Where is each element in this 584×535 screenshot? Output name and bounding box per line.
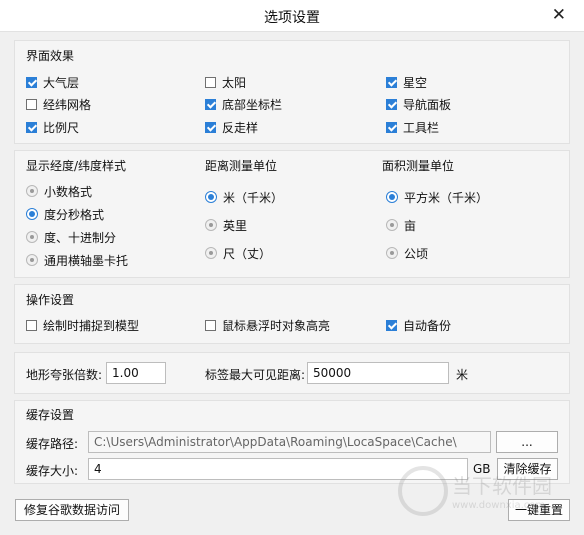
cache-path-input[interactable]: C:\Users\Administrator\AppData\Roaming\L… [88,431,491,453]
lonlat-format-title: 显示经度/纬度样式 [26,159,127,173]
checkbox-graticule[interactable]: 经纬网格 [26,96,91,112]
reset-all-button[interactable]: 一键重置 [508,499,570,521]
cache-path-label: 缓存路径: [26,437,79,451]
checkbox-scale-bar[interactable]: 比例尺 [26,119,79,135]
checkbox-label: 太阳 [222,75,247,90]
display-effects-group [14,40,570,144]
operation-title: 操作设置 [26,293,75,307]
radio-chi[interactable]: 尺（丈） [205,245,271,261]
checkbox-icon [386,319,397,331]
checkbox-label: 导航面板 [403,97,452,112]
radio-icon [26,185,38,197]
display-effects-title: 界面效果 [26,49,75,63]
radio-label: 公顷 [404,246,429,261]
checkbox-icon [26,319,37,331]
checkbox-label: 比例尺 [43,120,80,135]
cache-title: 缓存设置 [26,408,75,422]
checkbox-toolbar[interactable]: 工具栏 [386,119,439,135]
radio-utm[interactable]: 通用横轴墨卡托 [26,252,128,268]
checkbox-icon [26,76,37,88]
checkbox-icon [386,121,397,133]
checkbox-icon [386,98,397,110]
clear-cache-button[interactable]: 清除缓存 [497,458,558,480]
radio-icon [26,208,38,220]
checkbox-label: 绘制时捕捉到模型 [43,318,140,333]
radio-label: 小数格式 [44,184,93,199]
radio-miles[interactable]: 英里 [205,217,247,233]
radio-icon [205,219,217,231]
radio-icon [386,191,398,203]
checkbox-sun[interactable]: 太阳 [205,74,246,90]
checkbox-label: 底部坐标栏 [222,97,283,112]
checkbox-icon [386,76,397,88]
checkbox-stars[interactable]: 星空 [386,74,427,90]
radio-decimal[interactable]: 小数格式 [26,183,92,199]
label-distance-input[interactable]: 50000 [307,362,449,384]
radio-label: 亩 [404,218,417,233]
radio-label: 尺（丈） [223,246,272,261]
radio-hectare[interactable]: 公顷 [386,245,428,261]
radio-mu[interactable]: 亩 [386,217,416,233]
radio-label: 通用横轴墨卡托 [44,253,129,268]
radio-label: 米（千米） [223,190,284,205]
checkbox-label: 鼠标悬浮时对象高亮 [222,318,331,333]
cache-size-label: 缓存大小: [26,464,79,478]
radio-icon [205,191,217,203]
checkbox-antialias[interactable]: 反走样 [205,119,258,135]
checkbox-label: 工具栏 [403,120,440,135]
radio-meters[interactable]: 米（千米） [205,189,283,205]
exaggeration-input[interactable]: 1.00 [106,362,166,384]
checkbox-auto-backup[interactable]: 自动备份 [386,317,451,333]
radio-dms[interactable]: 度分秒格式 [26,206,104,222]
radio-square-meters[interactable]: 平方米（千米） [386,189,488,205]
radio-label: 英里 [223,218,248,233]
radio-label: 度分秒格式 [44,207,105,222]
checkbox-icon [205,121,216,133]
radio-icon [26,231,38,243]
checkbox-label: 反走样 [222,120,259,135]
checkbox-icon [26,121,37,133]
radio-icon [26,254,38,266]
checkbox-status-bar[interactable]: 底部坐标栏 [205,96,282,112]
label-distance-unit: 米 [456,368,469,382]
checkbox-snap-to-model[interactable]: 绘制时捕捉到模型 [26,317,139,333]
radio-label: 平方米（千米） [404,190,489,205]
radio-icon [386,219,398,231]
checkbox-icon [205,319,216,331]
checkbox-atmosphere[interactable]: 大气层 [26,74,79,90]
checkbox-label: 星空 [403,75,428,90]
distance-unit-title: 距离测量单位 [205,159,278,173]
operation-group [14,284,570,344]
cache-size-input[interactable]: 4 [88,458,468,480]
area-unit-title: 面积测量单位 [382,159,455,173]
close-icon[interactable]: ✕ [552,5,566,25]
checkbox-icon [205,76,216,88]
checkbox-label: 自动备份 [403,318,452,333]
title-bar: 选项设置 ✕ [0,0,584,32]
browse-button[interactable]: ... [496,431,558,453]
radio-label: 度、十进制分 [44,230,117,245]
checkbox-label: 经纬网格 [43,97,92,112]
checkbox-icon [205,98,216,110]
checkbox-hover-highlight[interactable]: 鼠标悬浮时对象高亮 [205,317,330,333]
radio-icon [386,247,398,259]
repair-google-access-button[interactable]: 修复谷歌数据访问 [15,499,129,521]
checkbox-nav-panel[interactable]: 导航面板 [386,96,451,112]
exaggeration-label: 地形夸张倍数: [26,368,103,382]
window-title: 选项设置 [264,10,320,26]
radio-icon [205,247,217,259]
radio-decimal-minutes[interactable]: 度、十进制分 [26,229,116,245]
checkbox-icon [26,98,37,110]
label-distance-label: 标签最大可见距离: [205,368,306,382]
checkbox-label: 大气层 [43,75,80,90]
cache-size-unit: GB [473,462,491,476]
